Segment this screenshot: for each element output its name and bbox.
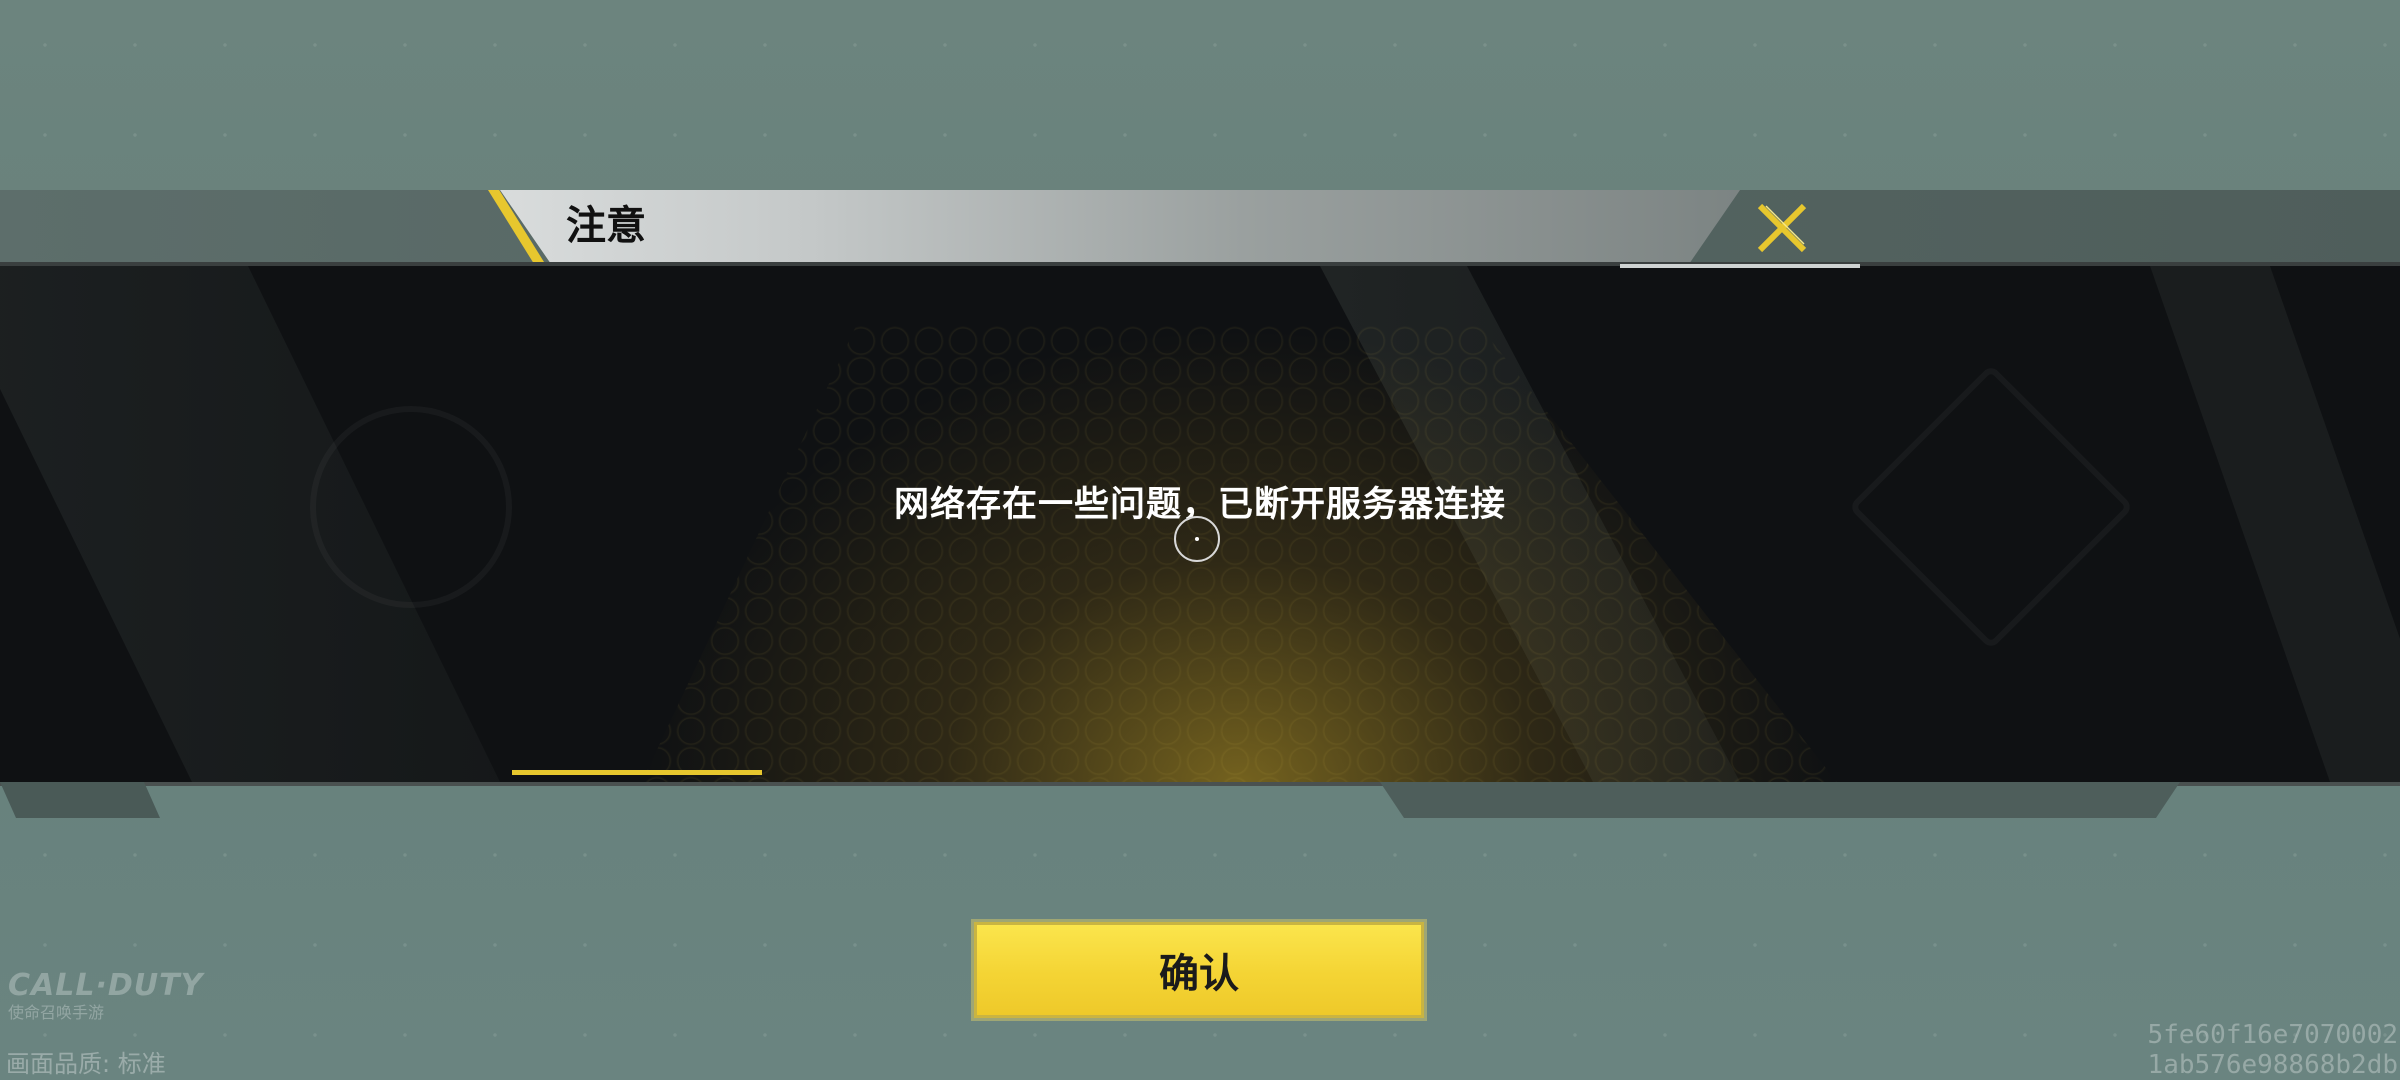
graphics-quality-label: 画面品质: 标准	[6, 1050, 166, 1078]
panel-top-highlight	[1620, 264, 1860, 268]
dialog-title: 注意	[566, 203, 646, 249]
close-button[interactable]	[1752, 198, 1812, 258]
hash-line: 1ab576e98868b2db	[2147, 1050, 2398, 1080]
hex-pattern	[640, 326, 1840, 782]
decor-band	[0, 782, 160, 818]
close-x-icon	[1757, 203, 1807, 253]
dialog-title-bar	[500, 190, 1740, 262]
touch-cursor-icon	[1174, 516, 1220, 562]
confirm-button[interactable]: 确认	[971, 919, 1427, 1021]
panel-underline-accent	[512, 770, 762, 775]
build-hash: 5fe60f16e7070002 1ab576e98868b2db	[2148, 1020, 2398, 1080]
game-logo: CALL·DUTY 使命召唤手游	[8, 968, 203, 1023]
decor-band	[1380, 782, 2180, 818]
hash-line: 5fe60f16e7070002	[2147, 1020, 2398, 1050]
logo-text: CALL·DUTY	[8, 968, 204, 1003]
